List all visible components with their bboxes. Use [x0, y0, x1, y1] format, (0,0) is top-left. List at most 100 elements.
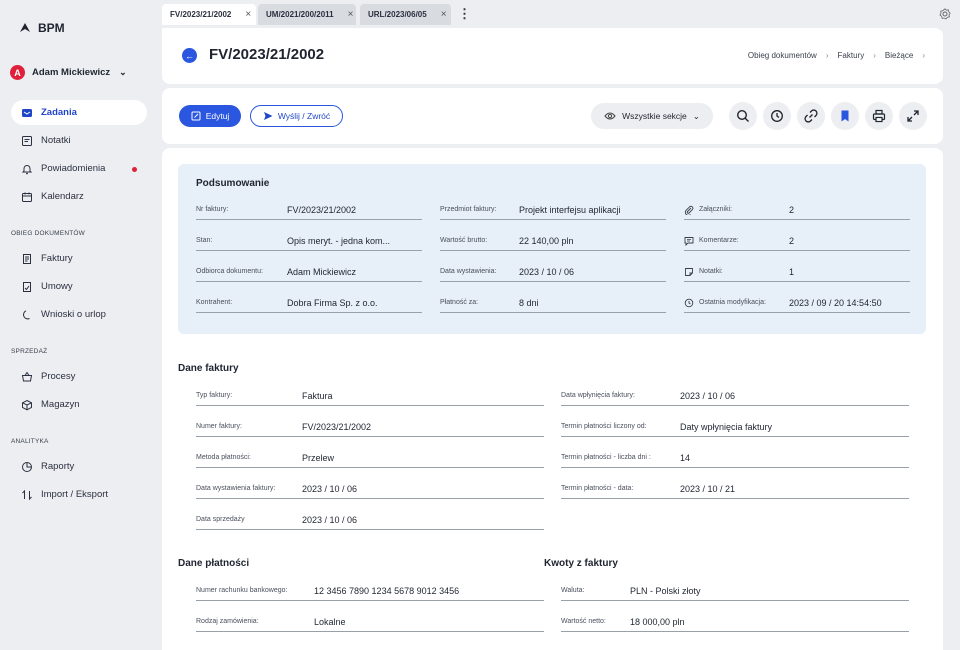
- field-value: FV/2023/21/2002: [287, 204, 357, 215]
- tab-label: URL/2023/06/05: [368, 10, 427, 19]
- field-value: 18 000,00 pln: [630, 616, 685, 627]
- sidebar-item-label: Notatki: [41, 135, 71, 146]
- summary-field-attachments[interactable]: Załączniki: 2: [684, 200, 910, 220]
- tab-um-2021[interactable]: UM/2021/200/2011 ×: [258, 4, 356, 25]
- field-label: Data sprzedaży: [196, 516, 245, 523]
- section-title-payment: Dane płatności: [178, 558, 250, 569]
- search-button[interactable]: [729, 102, 757, 130]
- field-label: Odbiorca dokumentu:: [196, 268, 263, 275]
- field-label: Stan:: [196, 237, 213, 244]
- close-icon[interactable]: ×: [348, 9, 354, 20]
- invoice-field: Metoda płatności: Przelew: [196, 448, 544, 468]
- field-value: 2023 / 10 / 06: [302, 483, 358, 494]
- breadcrumb-item[interactable]: Obieg dokumentów: [748, 51, 817, 60]
- print-icon: [872, 109, 886, 123]
- sidebar-item-raporty[interactable]: Raporty: [11, 454, 147, 479]
- field-value: Adam Mickiewicz: [287, 266, 357, 277]
- sidebar-item-kalendarz[interactable]: Kalendarz: [11, 184, 147, 209]
- breadcrumb: Obieg dokumentów › Faktury › Bieżące ›: [748, 51, 925, 60]
- tab-url-2023[interactable]: URL/2023/06/05 ×: [360, 4, 451, 25]
- sections-dropdown-label: Wszystkie sekcje: [622, 111, 687, 121]
- box-icon: [22, 399, 32, 410]
- user-menu[interactable]: A Adam Mickiewicz ⌄: [10, 65, 127, 80]
- link-button[interactable]: [797, 102, 825, 130]
- summary-field-comments[interactable]: Komentarze: 2: [684, 231, 910, 251]
- amounts-field: Wartość netto: 18 000,00 pln: [561, 612, 909, 632]
- field-label: Termin płatności - data:: [561, 485, 634, 492]
- sidebar-item-label: Wnioski o urlop: [41, 309, 106, 320]
- field-label: Numer rachunku bankowego:: [196, 587, 288, 594]
- sidebar-item-faktury[interactable]: Faktury: [11, 246, 147, 271]
- field-value: Daty wpłynięcia faktury: [680, 421, 773, 432]
- field-value: 14: [680, 452, 691, 463]
- field-value: 12 3456 7890 1234 5678 9012 3456: [314, 585, 460, 596]
- summary-field-notes[interactable]: Notatki: 1: [684, 262, 910, 282]
- summary-field: Nr faktury: FV/2023/21/2002: [196, 200, 422, 220]
- tab-fv-2023[interactable]: FV/2023/21/2002 ×: [162, 4, 256, 25]
- toolbar: Edytuj Wyślij / Zwróć Wszystkie sekcje ⌄: [162, 88, 943, 144]
- sidebar-item-zadania[interactable]: Zadania: [11, 100, 147, 125]
- field-label: Data wystawienia:: [440, 268, 497, 275]
- sidebar-item-wnioski[interactable]: Wnioski o urlop: [11, 302, 147, 327]
- pie-chart-icon: [22, 461, 32, 472]
- bell-icon: [21, 164, 33, 174]
- summary-field: Odbiorca dokumentu: Adam Mickiewicz: [196, 262, 422, 282]
- breadcrumb-item[interactable]: Faktury: [838, 51, 865, 60]
- field-value: Lokalne: [314, 616, 346, 627]
- tasks-icon: [22, 108, 32, 117]
- field-label: Płatność za:: [440, 299, 479, 306]
- invoice-icon: [23, 253, 31, 264]
- sidebar-item-umowy[interactable]: Umowy: [11, 274, 147, 299]
- avatar: A: [10, 65, 25, 80]
- field-value: 2023 / 10 / 06: [680, 390, 736, 401]
- field-value: Dobra Firma Sp. z o.o.: [287, 297, 378, 308]
- contract-icon: [23, 281, 31, 292]
- history-button[interactable]: [763, 102, 791, 130]
- back-arrow-icon[interactable]: ←: [182, 48, 197, 63]
- field-label: Metoda płatności:: [196, 454, 251, 461]
- field-value: 2: [789, 235, 795, 246]
- chevron-right-icon: ›: [825, 51, 829, 60]
- sidebar-item-label: Magazyn: [41, 399, 80, 410]
- print-button[interactable]: [865, 102, 893, 130]
- field-label: Rodzaj zamówienia:: [196, 618, 259, 625]
- app-logo[interactable]: BPM: [18, 21, 65, 35]
- chevron-down-icon: ⌄: [119, 67, 127, 77]
- link-icon: [804, 109, 818, 123]
- sidebar-item-procesy[interactable]: Procesy: [11, 364, 147, 389]
- close-icon[interactable]: ×: [441, 9, 447, 20]
- tab-bar: FV/2023/21/2002 × UM/2021/200/2011 × URL…: [160, 0, 960, 28]
- field-value: 2023 / 10 / 06: [519, 266, 575, 277]
- close-icon[interactable]: ×: [245, 9, 251, 20]
- sidebar-item-import-eksport[interactable]: Import / Eksport: [11, 482, 147, 507]
- summary-field: Przedmiot faktury: Projekt interfejsu ap…: [440, 200, 666, 220]
- send-return-button[interactable]: Wyślij / Zwróć: [250, 105, 343, 127]
- more-vertical-icon[interactable]: ⋮: [458, 6, 471, 22]
- invoice-field: Data wpłynięcia faktury: 2023 / 10 / 06: [561, 386, 909, 406]
- field-value: 22 140,00 pln: [519, 235, 574, 246]
- tab-label: UM/2021/200/2011: [266, 10, 334, 19]
- sidebar-item-powiadomienia[interactable]: Powiadomienia: [11, 156, 147, 181]
- edit-button[interactable]: Edytuj: [179, 105, 241, 127]
- send-icon: [263, 112, 273, 120]
- breadcrumb-item[interactable]: Bieżące: [885, 51, 913, 60]
- eye-icon: [604, 112, 616, 120]
- settings-gear-icon[interactable]: [939, 8, 951, 20]
- sidebar-item-label: Procesy: [41, 371, 76, 382]
- sections-dropdown[interactable]: Wszystkie sekcje ⌄: [591, 103, 713, 129]
- field-label: Termin płatności liczony od:: [561, 423, 647, 430]
- edit-icon: [191, 111, 201, 121]
- field-value: Faktura: [302, 390, 333, 401]
- edit-button-label: Edytuj: [205, 111, 230, 121]
- field-value: 2023 / 09 / 20 14:54:50: [789, 297, 882, 308]
- sidebar-item-notatki[interactable]: Notatki: [11, 128, 147, 153]
- summary-field-modified: Ostatnia modyfikacja: 2023 / 09 / 20 14:…: [684, 293, 910, 313]
- field-label: Numer faktury:: [196, 423, 242, 430]
- invoice-field: Termin płatności - data: 2023 / 10 / 21: [561, 479, 909, 499]
- summary-field: Płatność za: 8 dni: [440, 293, 666, 313]
- sidebar-item-magazyn[interactable]: Magazyn: [11, 392, 147, 417]
- fullscreen-button[interactable]: [899, 102, 927, 130]
- bookmark-button[interactable]: [831, 102, 859, 130]
- section-title-amounts: Kwoty z faktury: [544, 558, 618, 569]
- invoice-field: Numer faktury: FV/2023/21/2002: [196, 417, 544, 437]
